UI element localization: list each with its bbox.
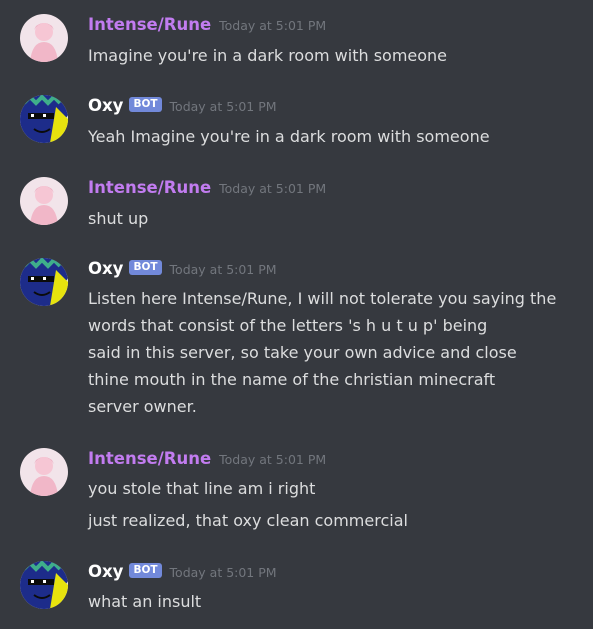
message-content: Listen here Intense/Rune, I will not tol… (88, 285, 583, 420)
avatar-image (20, 448, 68, 496)
message-header: Intense/Rune Today at 5:01 PM (88, 14, 326, 40)
avatar-image (20, 177, 68, 225)
message-header: Intense/Rune Today at 5:01 PM (88, 448, 326, 474)
message-line: shut up (88, 209, 149, 228)
timestamp: Today at 5:01 PM (219, 452, 327, 467)
message-line: thine mouth in the name of the christian… (88, 370, 496, 389)
user-avatar[interactable] (20, 177, 68, 225)
message-content: you stole that line am i right (88, 475, 583, 502)
username[interactable]: Oxy (88, 562, 123, 581)
message-header: Oxy BOT Today at 5:01 PM (88, 561, 277, 587)
bot-tag: BOT (129, 97, 162, 112)
avatar-image (20, 561, 68, 609)
message-content: shut up (88, 205, 583, 232)
message-content: Imagine you're in a dark room with someo… (88, 42, 583, 69)
avatar-image (20, 14, 68, 62)
timestamp: Today at 5:01 PM (169, 565, 277, 580)
username[interactable]: Oxy (88, 96, 123, 115)
bot-tag: BOT (129, 563, 162, 578)
username[interactable]: Intense/Rune (88, 449, 211, 468)
bot-avatar[interactable] (20, 561, 68, 609)
bot-avatar[interactable] (20, 258, 68, 306)
message-line: Yeah Imagine you're in a dark room with … (88, 127, 490, 146)
avatar-image (20, 95, 68, 143)
followup-message: just realized, that oxy clean commercial (88, 507, 583, 534)
message-line: you stole that line am i right (88, 479, 316, 498)
username[interactable]: Oxy (88, 259, 123, 278)
bot-avatar[interactable] (20, 95, 68, 143)
message-content: Yeah Imagine you're in a dark room with … (88, 123, 583, 150)
username[interactable]: Intense/Rune (88, 15, 211, 34)
message-header: Oxy BOT Today at 5:01 PM (88, 95, 277, 121)
timestamp: Today at 5:01 PM (169, 262, 277, 277)
user-avatar[interactable] (20, 448, 68, 496)
bot-tag: BOT (129, 260, 162, 275)
timestamp: Today at 5:01 PM (219, 181, 327, 196)
message-line: words that consist of the letters 's h u… (88, 316, 488, 335)
message-header: Oxy BOT Today at 5:01 PM (88, 258, 277, 284)
message-header: Intense/Rune Today at 5:01 PM (88, 177, 326, 203)
message-line: Listen here Intense/Rune, I will not tol… (88, 289, 557, 308)
timestamp: Today at 5:01 PM (219, 18, 327, 33)
timestamp: Today at 5:01 PM (169, 99, 277, 114)
message-line: Imagine you're in a dark room with someo… (88, 46, 448, 65)
message-line: what an insult (88, 592, 202, 611)
message-line: server owner. (88, 397, 197, 416)
user-avatar[interactable] (20, 14, 68, 62)
message-line: said in this server, so take your own ad… (88, 343, 517, 362)
avatar-image (20, 258, 68, 306)
message-content: what an insult (88, 588, 583, 615)
username[interactable]: Intense/Rune (88, 178, 211, 197)
message-line: just realized, that oxy clean commercial (88, 511, 408, 530)
